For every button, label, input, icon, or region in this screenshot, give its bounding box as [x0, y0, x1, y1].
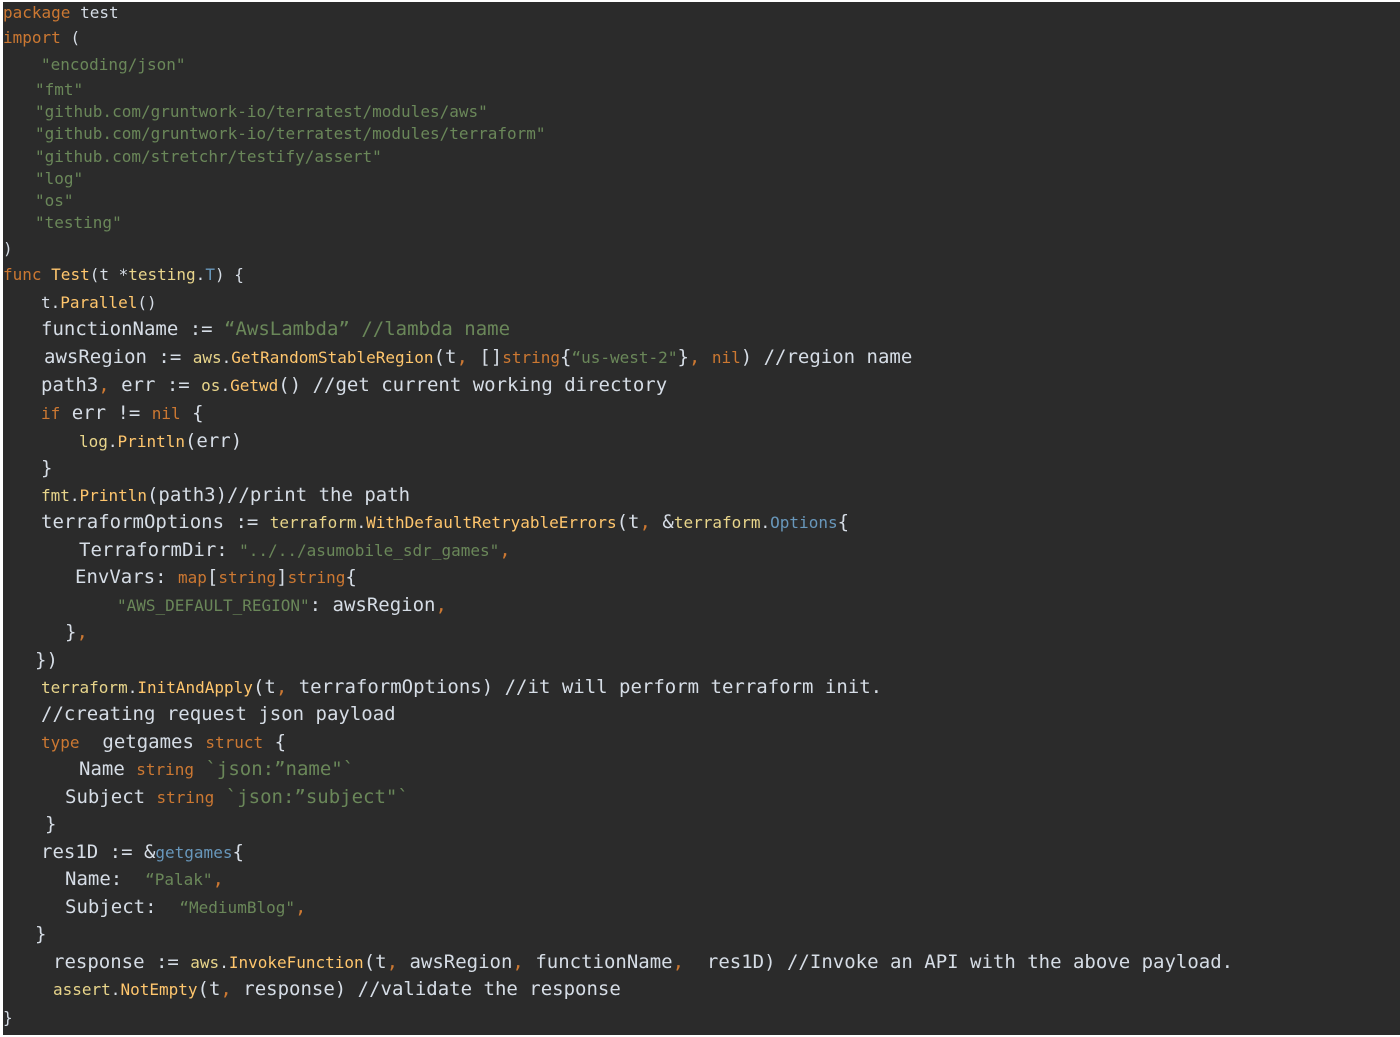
keyword: package [3, 3, 71, 22]
code-line-func-declaration: func Test(t *testing.T) { [3, 265, 244, 284]
keyword: import [3, 28, 61, 47]
code-line: } [45, 813, 57, 835]
code-line: functionName := “AwsLambda” //lambda nam… [41, 318, 511, 340]
code-line: assert.NotEmpty(t, response) //validate … [53, 978, 621, 1000]
code-line: } [35, 923, 47, 945]
code-line: response := aws.InvokeFunction(t, awsReg… [53, 951, 1234, 973]
package-name: test [80, 3, 119, 22]
code-line: terraform.InitAndApply(t, terraformOptio… [41, 676, 883, 698]
import-path: "github.com/stretchr/testify/assert" [35, 147, 382, 166]
import-path: "github.com/gruntwork-io/terratest/modul… [35, 102, 488, 121]
import-path: "encoding/json" [41, 55, 186, 74]
code-editor[interactable]: package test import ( "encoding/json" "f… [3, 2, 1400, 1035]
paren: ( [70, 28, 81, 47]
code-line: Name: “Palak", [65, 868, 224, 890]
import-path: "os" [35, 191, 74, 210]
code-line: Name string `json:”name"` [79, 758, 355, 780]
code-comment: //creating request json payload [41, 703, 396, 725]
code-line: Subject string `json:”subject"` [65, 786, 409, 808]
import-path: "github.com/gruntwork-io/terratest/modul… [35, 124, 546, 143]
code-line: type getgames struct { [41, 731, 287, 753]
code-line: awsRegion := aws.GetRandomStableRegion(t… [44, 346, 913, 368]
code-line: fmt.Println(path3)//print the path [41, 484, 411, 506]
code-line: path3, err := os.Getwd() //get current w… [41, 374, 668, 396]
code-line: package test [3, 5, 119, 21]
code-line: terraformOptions := terraform.WithDefaul… [41, 511, 850, 533]
code-line: import ( [3, 30, 80, 46]
code-line: Subject: “MediumBlog", [65, 896, 307, 918]
code-line: "AWS_DEFAULT_REGION": awsRegion, [117, 594, 447, 616]
code-line: res1D := &getgames{ [41, 841, 244, 863]
import-path: "log" [35, 169, 84, 188]
import-path: "fmt" [35, 80, 84, 99]
import-path: "testing" [35, 213, 122, 232]
code-line: log.Println(err) [79, 430, 243, 452]
code-line: }) [35, 649, 58, 671]
code-line: ) [3, 239, 13, 258]
code-line: t.Parallel() [41, 293, 157, 312]
code-line: EnvVars: map[string]string{ [75, 566, 357, 588]
code-line: } [41, 457, 53, 479]
code-line: }, [65, 621, 88, 643]
code-line: TerraformDir: "../../asumobile_sdr_games… [79, 539, 511, 561]
code-line: } [3, 1008, 13, 1027]
code-line: if err != nil { [41, 402, 204, 424]
